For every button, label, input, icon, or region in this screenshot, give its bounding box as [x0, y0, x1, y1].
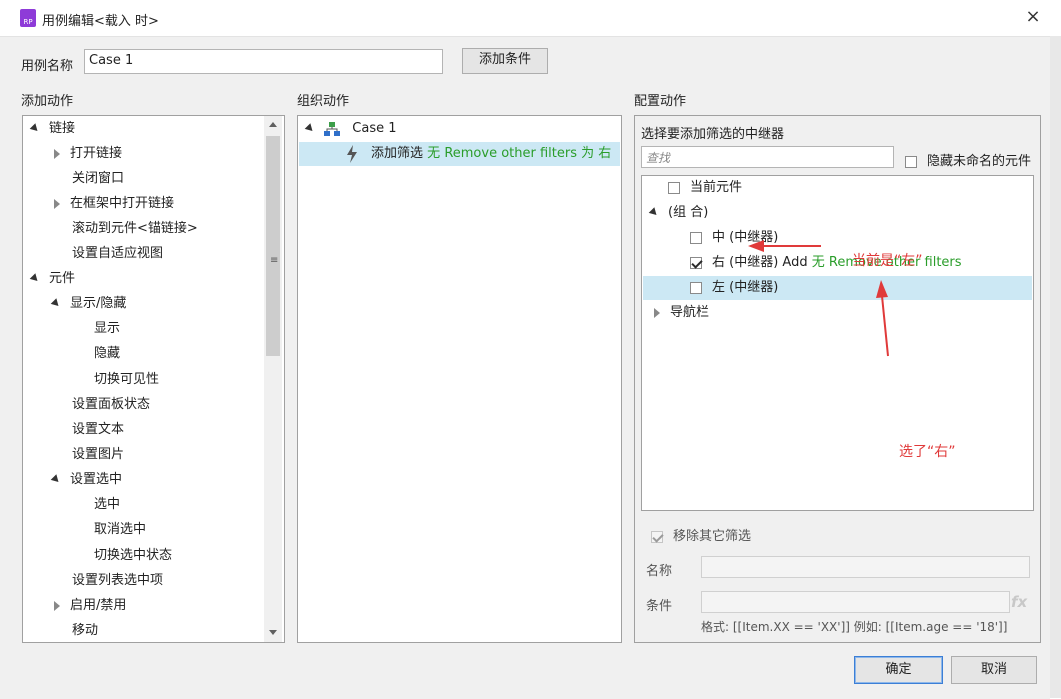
collapsed-icon	[54, 198, 60, 209]
fx-icon[interactable]: fx	[1011, 593, 1027, 611]
repeater-tree: 当前元件 (组 合) 中 (中继器) 右 (中继器) Add 无 Remove …	[641, 175, 1034, 511]
name-input[interactable]	[701, 556, 1030, 578]
close-icon[interactable]: ×	[1020, 6, 1046, 30]
annotation-arrows	[748, 240, 889, 357]
add-action-panel: 链接 打开链接 关闭窗口 在框架中打开链接 滚动到元件<锚链接> 设置自适应视图…	[22, 115, 285, 643]
case-name-input[interactable]: Case 1	[84, 49, 443, 74]
case-label: Case 1	[352, 121, 397, 136]
select-repeater-header: 选择要添加筛选的中继器	[641, 127, 785, 142]
window-title: 用例编辑<载入 时>	[42, 14, 159, 29]
repeater-search-input[interactable]: 查找	[641, 146, 894, 168]
tree-item-select[interactable]: 选中	[94, 493, 120, 517]
tree-item-open-in-frame[interactable]: 在框架中打开链接	[54, 192, 174, 216]
hide-unnamed-checkbox[interactable]: 隐藏未命名的元件	[905, 150, 1031, 169]
organize-action-panel: Case 1 添加筛选 无 Remove other filters 为 右	[297, 115, 622, 643]
collapsed-icon	[54, 148, 60, 159]
configure-action-header: 配置动作	[634, 94, 687, 109]
action-for: 为	[581, 146, 595, 161]
action-none: 无	[427, 146, 441, 161]
name-label: 名称	[646, 564, 673, 579]
tree-item-set-panel-state[interactable]: 设置面板状态	[72, 393, 150, 417]
case-node[interactable]: Case 1	[304, 117, 397, 141]
scroll-thumb[interactable]: ≡	[266, 136, 280, 356]
app-icon: RP	[20, 9, 36, 27]
expanded-icon	[29, 273, 41, 284]
remove-other-filters-checkbox[interactable]: 移除其它筛选	[651, 525, 751, 544]
tree-item-move[interactable]: 移动	[72, 619, 98, 642]
collapsed-icon	[54, 600, 60, 611]
action-add-filter-row[interactable]: 添加筛选 无 Remove other filters 为 右	[299, 142, 620, 166]
background-app-strip	[1050, 36, 1061, 698]
tree-item-set-text[interactable]: 设置文本	[72, 418, 124, 442]
annotation-current-is-left: 当前是“左”	[852, 253, 923, 269]
tree-item-set-image[interactable]: 设置图片	[72, 443, 124, 467]
left-scrollbar[interactable]: ≡	[264, 116, 282, 642]
ok-button[interactable]: 确定	[854, 656, 943, 684]
condition-input[interactable]	[701, 591, 1010, 613]
tree-item-show-hide[interactable]: 显示/隐藏	[50, 292, 126, 316]
scroll-up-icon[interactable]	[269, 122, 277, 127]
annotation-selected-right: 选了“右”	[899, 444, 956, 460]
tree-item-widgets[interactable]: 元件	[29, 267, 75, 291]
action-name: 添加筛选	[371, 146, 424, 161]
configure-action-panel: 选择要添加筛选的中继器 查找 隐藏未命名的元件 当前元件 (组 合) 中 (中继…	[634, 115, 1041, 643]
tree-item-scroll-to[interactable]: 滚动到元件<锚链接>	[72, 217, 198, 241]
tree-item-enable-disable[interactable]: 启用/禁用	[54, 594, 126, 618]
tree-item-toggle-visibility[interactable]: 切换可见性	[94, 368, 159, 392]
expanded-icon	[304, 123, 316, 134]
action-detail: Remove other filters	[444, 146, 577, 161]
cancel-button[interactable]: 取消	[951, 656, 1037, 684]
tree-item-toggle-selected[interactable]: 切换选中状态	[94, 544, 172, 568]
title-bar: RP 用例编辑<载入 时> ×	[0, 0, 1061, 36]
checkbox[interactable]	[905, 155, 917, 168]
tree-item-unselect[interactable]: 取消选中	[94, 518, 146, 542]
tree-item-hide[interactable]: 隐藏	[94, 342, 120, 366]
tree-item-show[interactable]: 显示	[94, 317, 120, 341]
tree-item-links[interactable]: 链接	[29, 117, 75, 141]
organize-action-header: 组织动作	[297, 94, 350, 109]
scroll-down-icon[interactable]	[269, 630, 277, 635]
case-icon	[324, 121, 341, 136]
tree-item-open-link[interactable]: 打开链接	[54, 142, 122, 166]
format-hint: 格式: [[Item.XX == 'XX']] 例如: [[Item.age =…	[701, 620, 1008, 634]
add-action-header: 添加动作	[21, 94, 74, 109]
expanded-icon	[50, 474, 62, 485]
tree-item-set-selected[interactable]: 设置选中	[50, 468, 122, 492]
checkbox-checked[interactable]	[651, 530, 663, 543]
condition-label: 条件	[646, 599, 673, 614]
case-name-label: 用例名称	[21, 59, 74, 74]
expanded-icon	[50, 298, 62, 309]
action-target: 右	[598, 146, 612, 161]
add-condition-button[interactable]: 添加条件	[462, 48, 548, 74]
tree-item-close-window[interactable]: 关闭窗口	[72, 167, 124, 191]
tree-item-adaptive-view[interactable]: 设置自适应视图	[72, 242, 163, 266]
grip-icon: ≡	[270, 255, 279, 266]
expanded-icon	[29, 123, 41, 134]
tree-item-set-list-selected[interactable]: 设置列表选中项	[72, 569, 163, 593]
lightning-icon	[347, 145, 357, 163]
